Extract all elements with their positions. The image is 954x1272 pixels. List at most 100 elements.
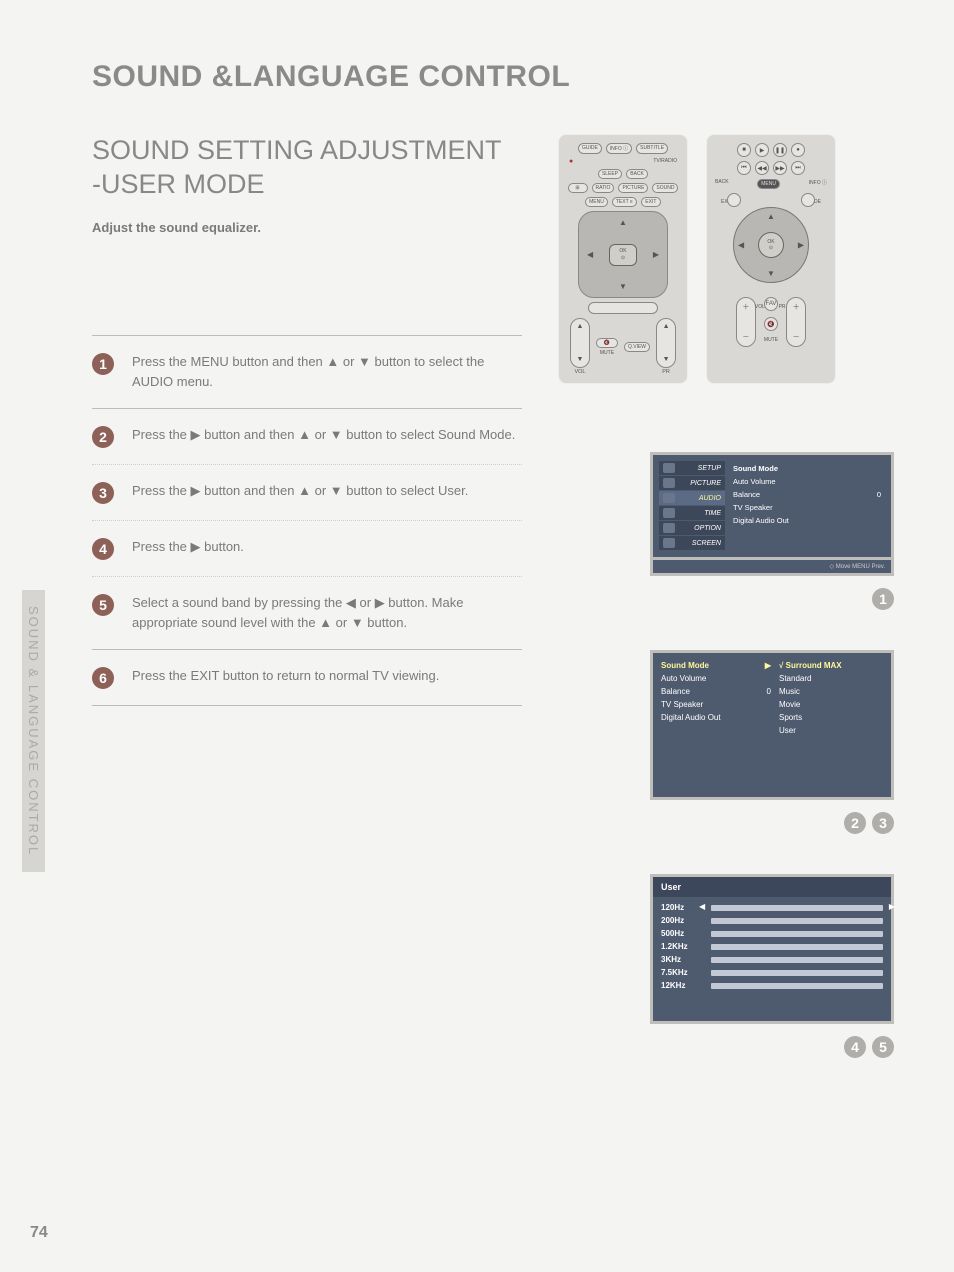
instructions-column: SOUND SETTING ADJUSTMENT -USER MODE Adju… xyxy=(92,134,522,1058)
fav-button: FAV xyxy=(764,297,778,311)
stop-icon: ■ xyxy=(737,143,751,157)
osd-menu-2: Sound Mode▶ Auto Volume Balance0 TV Spea… xyxy=(650,650,894,800)
down-arrow-icon: ▼ xyxy=(619,282,627,291)
tab-audio: AUDIO xyxy=(659,491,725,505)
tab-setup: SETUP xyxy=(659,461,725,475)
sleep-button: SLEEP xyxy=(598,169,622,179)
eq-row-3khz: 3KHz xyxy=(661,955,883,964)
osd2-opt-standard: Standard xyxy=(779,674,883,683)
sub-title: SOUND SETTING ADJUSTMENT -USER MODE xyxy=(92,134,522,202)
step-text-4: Press the ▶ button. xyxy=(132,537,244,557)
picture-button: PICTURE xyxy=(618,183,648,193)
eq-title: User xyxy=(653,877,891,897)
fig-badge-4: 4 xyxy=(844,1036,866,1058)
step-badge-5: 5 xyxy=(92,594,114,616)
pr-rocker: ▲▼ xyxy=(656,318,676,368)
step-badge-1: 1 xyxy=(92,353,114,375)
up-arrow-icon: ▲ xyxy=(619,218,627,227)
step-text-6: Press the EXIT button to return to norma… xyxy=(132,666,439,686)
vol-rocker: ▲▼ xyxy=(570,318,590,368)
vol2-rocker: ＋－ xyxy=(736,297,756,347)
fig-badge-3: 3 xyxy=(872,812,894,834)
rew-icon: ◀◀ xyxy=(755,161,769,175)
fig-badge-1: 1 xyxy=(872,588,894,610)
ff-icon: ▶▶ xyxy=(773,161,787,175)
osd2-row-tv-speaker: TV Speaker xyxy=(661,700,771,709)
right2-icon: ▶ xyxy=(798,241,804,250)
page-number: 74 xyxy=(30,1224,48,1242)
remote-2: ■ ▶ ❚❚ ● ⏮ ◀◀ ▶▶ ⏭ BACK MENU INFO ⓘ xyxy=(706,134,836,384)
step-text-1: Press the MENU button and then ▲ or ▼ bu… xyxy=(132,352,522,392)
exit-button: EXIT xyxy=(641,197,661,207)
intro-text: Adjust the sound equalizer. xyxy=(92,220,522,235)
right-arrow-icon: ▶ xyxy=(653,250,659,259)
step-list: 1 Press the MENU button and then ▲ or ▼ … xyxy=(92,335,522,707)
osd2-opt-user: User xyxy=(779,726,883,735)
qview-button: Q.VIEW xyxy=(624,342,650,352)
step-2: 2 Press the ▶ button and then ▲ or ▼ but… xyxy=(92,409,522,464)
osd1-tabs: SETUP PICTURE AUDIO TIME OPTION SCREEN xyxy=(659,461,725,551)
step-4: 4 Press the ▶ button. xyxy=(92,521,522,576)
eq-row-500hz: 500Hz xyxy=(661,929,883,938)
osd2-row-sound-mode: Sound Mode▶ xyxy=(661,661,771,670)
prev-icon: ⏮ xyxy=(737,161,751,175)
pr-label: PR xyxy=(662,369,670,375)
remote-1: GUIDE INFO ⓘ SUBTITLE ● TV/RADIO SLEEP B… xyxy=(558,134,688,384)
osd-equalizer: User 120Hz 200Hz 500Hz 1.2KHz 3KHz 7.5KH… xyxy=(650,874,894,1024)
menu-button: MENU xyxy=(585,197,608,207)
eq-row-120hz: 120Hz xyxy=(661,903,883,912)
step-1: 1 Press the MENU button and then ▲ or ▼ … xyxy=(92,336,522,408)
osd2-right-col: √ Surround MAX Standard Music Movie Spor… xyxy=(779,661,883,789)
text-button: TEXT ≡ xyxy=(612,197,637,207)
tab-option: OPTION xyxy=(659,521,725,535)
sound-button: SOUND xyxy=(652,183,678,193)
tab-screen: SCREEN xyxy=(659,536,725,550)
ok2-dot-icon: ⊙ xyxy=(769,245,773,251)
main-title: SOUND &LANGUAGE CONTROL xyxy=(92,60,894,94)
step-text-3: Press the ▶ button and then ▲ or ▼ butto… xyxy=(132,481,468,501)
osd2-row-digital-audio: Digital Audio Out xyxy=(661,713,771,722)
osd2-opt-movie: Movie xyxy=(779,700,883,709)
dpad: ▲ ▼ ◀ ▶ OK ⊙ xyxy=(578,211,668,298)
osd1-row-balance: Balance0 xyxy=(731,489,883,500)
tab-picture: PICTURE xyxy=(659,476,725,490)
step-badge-4: 4 xyxy=(92,538,114,560)
play-icon: ▶ xyxy=(755,143,769,157)
osd2-opt-sports: Sports xyxy=(779,713,883,722)
fig-badge-2: 2 xyxy=(844,812,866,834)
info-button: INFO ⓘ xyxy=(606,143,632,154)
ok-label: OK xyxy=(619,248,626,254)
info2-button xyxy=(801,193,815,207)
step-text-5: Select a sound band by pressing the ◀ or… xyxy=(132,593,522,633)
ok2-button: OK ⊙ xyxy=(758,232,784,258)
record-icon: ● xyxy=(791,143,805,157)
left2-icon: ◀ xyxy=(738,241,744,250)
mute2-button: 🔇 xyxy=(764,317,778,331)
remote-illustrations: GUIDE INFO ⓘ SUBTITLE ● TV/RADIO SLEEP B… xyxy=(558,134,894,384)
vol2-label: VOL xyxy=(755,304,765,310)
up2-icon: ▲ xyxy=(767,212,775,221)
pip-button: ⊞ xyxy=(568,183,588,193)
mute-label: MUTE xyxy=(600,350,614,356)
ok-dot-icon: ⊙ xyxy=(621,255,625,261)
mute2-label: MUTE xyxy=(764,337,778,343)
pause-icon: ❚❚ xyxy=(773,143,787,157)
step-text-2: Press the ▶ button and then ▲ or ▼ butto… xyxy=(132,425,515,445)
osd2-opt-music: Music xyxy=(779,687,883,696)
osd2-row-balance: Balance0 xyxy=(661,687,771,696)
osd1-footer: ◇ Move MENU Prev. xyxy=(650,560,894,576)
eq-row-12khz: 12KHz xyxy=(661,981,883,990)
osd1-row-digital-audio: Digital Audio Out xyxy=(731,515,883,526)
left-arrow-icon: ◀ xyxy=(587,250,593,259)
step-3: 3 Press the ▶ button and then ▲ or ▼ but… xyxy=(92,465,522,520)
guide-button: GUIDE xyxy=(578,143,602,154)
side-tab: SOUND & LANGUAGE CONTROL xyxy=(22,590,45,872)
osd1-items: Sound Mode Auto Volume Balance0 TV Speak… xyxy=(729,461,885,551)
step-badge-3: 3 xyxy=(92,482,114,504)
figures-column: GUIDE INFO ⓘ SUBTITLE ● TV/RADIO SLEEP B… xyxy=(558,134,894,1058)
pr2-label: PR xyxy=(779,304,786,310)
step-badge-6: 6 xyxy=(92,667,114,689)
red-dot-icon: ● xyxy=(569,158,573,165)
eq-row-1.2khz: 1.2KHz xyxy=(661,942,883,951)
subtitle-button: SUBTITLE xyxy=(636,143,668,154)
